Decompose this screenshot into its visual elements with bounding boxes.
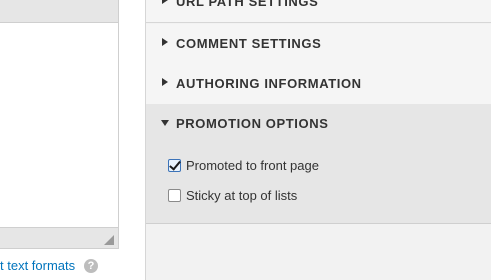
section-promotion-options: PROMOTION OPTIONS Promoted to front page… (146, 104, 491, 224)
promoted-checkbox-row[interactable]: Promoted to front page (168, 156, 319, 174)
section-authoring-information[interactable]: AUTHORING INFORMATION (146, 64, 491, 105)
text-formats-link[interactable]: t text formats (0, 258, 75, 273)
triangle-right-icon (162, 78, 168, 86)
resize-grip-icon[interactable] (104, 235, 114, 245)
editor-status-bar (0, 227, 119, 249)
section-title: AUTHORING INFORMATION (176, 76, 362, 91)
section-title: URL PATH SETTINGS (176, 0, 319, 9)
sticky-checkbox-row[interactable]: Sticky at top of lists (168, 186, 297, 204)
editor-column: t text formats ? (0, 0, 120, 280)
editor-toolbar (0, 0, 119, 23)
triangle-down-icon (161, 120, 169, 126)
promoted-checkbox[interactable] (168, 158, 181, 172)
triangle-right-icon (162, 0, 168, 4)
settings-sidebar: URL PATH SETTINGS COMMENT SETTINGS AUTHO… (145, 0, 491, 280)
section-title: COMMENT SETTINGS (176, 36, 322, 51)
sidebar-empty-area (146, 224, 491, 280)
section-promotion-options-header[interactable]: PROMOTION OPTIONS (146, 104, 491, 144)
sticky-label: Sticky at top of lists (186, 187, 298, 203)
triangle-right-icon (162, 38, 168, 46)
promoted-label: Promoted to front page (186, 157, 319, 173)
sticky-checkbox[interactable] (168, 188, 181, 202)
editor-body[interactable] (0, 23, 119, 227)
section-comment-settings[interactable]: COMMENT SETTINGS (146, 24, 491, 65)
section-url-path-settings[interactable]: URL PATH SETTINGS (146, 0, 491, 23)
help-icon[interactable]: ? (84, 259, 98, 273)
section-title: PROMOTION OPTIONS (176, 116, 329, 131)
